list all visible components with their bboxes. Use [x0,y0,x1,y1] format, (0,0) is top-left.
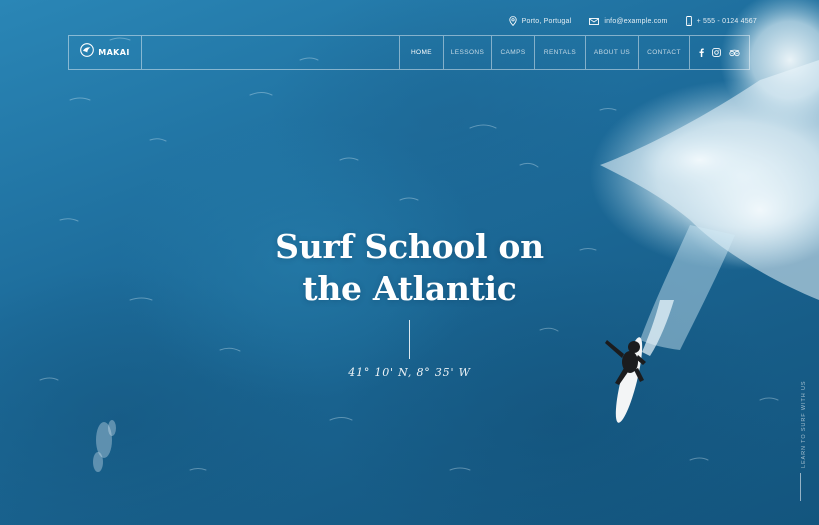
hero-divider-line [409,320,410,359]
logo-text: MAKAI [98,48,130,57]
nav-item-camps[interactable]: CAMPS [491,36,534,69]
top-info-bar: Porto, Portugal info@example.com + 555 -… [508,14,757,28]
logo-mark-icon [80,43,95,62]
email-link[interactable]: info@example.com [604,18,667,25]
phone-link[interactable]: + 555 - 0124 4567 [697,18,757,25]
tripadvisor-icon[interactable] [729,49,740,57]
location-info: Porto, Portugal [508,16,572,26]
nav-item-contact[interactable]: CONTACT [638,36,689,69]
site-logo[interactable]: MAKAI [69,36,142,69]
hero-title-line-2: the Atlantic [302,269,517,308]
nav-item-home[interactable]: HOME [399,36,443,69]
main-navbar: MAKAI HOME LESSONS CAMPS RENTALS ABOUT U… [68,35,750,70]
instagram-icon[interactable] [712,48,721,57]
hero-title: Surf School on the Atlantic [0,226,819,310]
envelope-icon [589,17,600,25]
phone-info[interactable]: + 555 - 0124 4567 [685,16,757,26]
side-vertical-line [800,473,801,501]
facebook-icon[interactable] [699,48,704,57]
social-links [689,36,749,69]
nav-item-about-us[interactable]: ABOUT US [585,36,638,69]
hero-coordinates: 41° 10' N, 8° 35' W [348,366,471,379]
side-vertical-text: LEARN TO SURF WITH US [801,380,807,468]
email-info[interactable]: info@example.com [589,18,667,25]
map-pin-icon [508,16,517,26]
nav-item-rentals[interactable]: RENTALS [534,36,585,69]
mobile-phone-icon [685,16,692,26]
nav-item-lessons[interactable]: LESSONS [443,36,491,69]
hero-title-line-1: Surf School on [275,227,544,266]
location-text: Porto, Portugal [521,17,572,25]
